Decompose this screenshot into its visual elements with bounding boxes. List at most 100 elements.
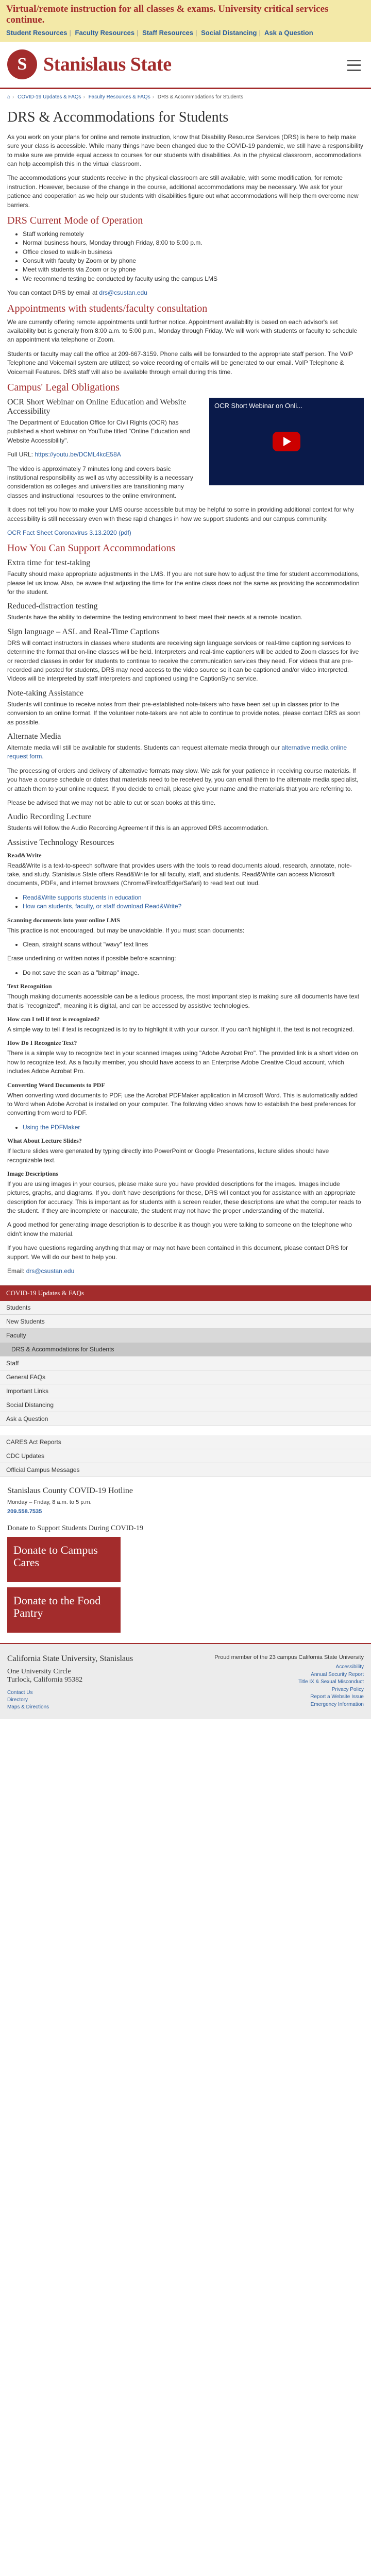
footer-link-accessibility[interactable]: Accessibility [336,1664,364,1670]
breadcrumb: ⌂ › COVID-19 Updates & FAQs › Faculty Reso… [7,94,244,100]
nav-item-faculty[interactable]: Faculty [0,1329,371,1343]
university-logo-mark[interactable]: S [7,49,37,80]
tell-recognized-paragraph: A simple way to tell if text is recogniz… [7,1026,355,1033]
legal-paragraph-3: It does not tell you how to make your LM… [7,506,355,522]
closing-email-link[interactable]: drs@csustan.edu [26,1267,75,1275]
intro-paragraph-2: The accommodations your students receive… [7,174,359,209]
footer-link-title-ix[interactable]: Title IX & Sexual Misconduct [298,1679,364,1685]
lecture-slides-heading: What About Lecture Slides? [7,1137,82,1145]
section-nav-group-2: CARES Act Reports CDC Updates Official C… [0,1435,371,1478]
alert-link-staff-resources[interactable]: Staff Resources [142,29,193,37]
alternate-media-paragraph-1: Alternate media will still be available … [7,743,347,760]
list-item: Clean, straight scans without "wavy" tex… [23,940,364,949]
support-heading: How You Can Support Accommodations [7,543,176,554]
footer-link-maps[interactable]: Maps & Directions [7,1704,49,1710]
footer-address-1: One University Circle [7,1668,71,1676]
extra-time-paragraph: Faculty should make appropriate adjustme… [7,570,360,596]
alert-links: Student Resources | Faculty Resources | St… [6,28,313,37]
footer-csu-member: Proud member of the 23 campus California… [214,1654,364,1661]
nav-item-staff[interactable]: Staff [0,1357,371,1371]
read-write-download-link[interactable]: How can students, faculty, or staff down… [23,903,181,910]
university-logo-text[interactable]: Stanislaus State [43,53,172,76]
mode-contact: You can contact DRS by email at drs@csus… [7,289,147,297]
nav-item-drs-accommodations[interactable]: DRS & Accommodations for Students [0,1343,371,1357]
tell-recognized-heading: How can I tell if text is recognized? [7,1015,100,1023]
closing-email: Email: drs@csustan.edu [7,1267,75,1275]
ocr-fact-sheet-link[interactable]: OCR Fact Sheet Coronavirus 3.13.2020 (pd… [7,529,131,536]
image-descriptions-paragraph-1: If you are using images in your courses,… [7,1180,361,1215]
donate-title: Donate to Support Students During COVID-… [7,1524,144,1533]
list-item: We recommend testing be conducted by fac… [23,275,364,283]
alternate-media-paragraph-2: The processing of orders and delivery of… [7,767,359,792]
sign-language-heading: Sign language – ASL and Real-Time Captio… [7,627,160,636]
alternate-media-paragraph-3: Please be advised that we may not be abl… [7,799,216,806]
closing-paragraph: If you have questions regarding anything… [7,1244,348,1261]
read-write-support-link[interactable]: Read&Write supports students in educatio… [23,894,142,901]
image-descriptions-paragraph-2: A good method for generating image descr… [7,1221,352,1238]
scanning-heading: Scanning documents into your online LMS [7,916,120,924]
drs-email-link[interactable]: drs@csustan.edu [99,289,147,296]
nav-item-ask-question[interactable]: Ask a Question [0,1412,371,1427]
nav-item-official-messages[interactable]: Official Campus Messages [0,1463,371,1478]
footer-link-website-issue[interactable]: Report a Website Issue [310,1694,364,1700]
reduced-distraction-heading: Reduced-distraction testing [7,602,98,611]
sign-language-paragraph: DRS will contact instructors in classes … [7,639,359,683]
footer-link-security-report[interactable]: Annual Security Report [311,1672,364,1677]
alert-title: Virtual/remote instruction for all class… [6,4,329,25]
breadcrumb-current: DRS & Accommodations for Students [157,94,244,100]
footer-link-privacy[interactable]: Privacy Policy [332,1687,364,1692]
hotline-phone-link[interactable]: 209.558.7535 [7,1509,42,1515]
alternate-media-heading: Alternate Media [7,732,61,741]
footer-school-name: California State University, Stanislaus [7,1654,133,1664]
nav-item-important-links[interactable]: Important Links [0,1384,371,1399]
how-recognize-paragraph: There is a simple way to recognize text … [7,1049,358,1075]
read-write-paragraph: Read&Write is a text-to-speech software … [7,861,352,887]
breadcrumb-covid[interactable]: COVID-19 Updates & FAQs [18,94,81,100]
scanning-paragraph-2: Erase underlining or written notes if po… [7,955,176,962]
covid-alert-banner: Virtual/remote instruction for all class… [0,0,371,42]
alert-link-social-distancing[interactable]: Social Distancing [201,29,257,37]
list-item: Do not save the scan as a "bitmap" image… [23,969,364,977]
lecture-slides-paragraph: If lecture slides were generated by typi… [7,1147,329,1164]
alert-link-faculty-resources[interactable]: Faculty Resources [75,29,135,37]
section-nav-head[interactable]: COVID-19 Updates & FAQs [0,1285,371,1301]
hotline-hours: Monday – Friday, 8 a.m. to 5 p.m. [7,1499,92,1506]
play-icon[interactable] [273,431,300,451]
breadcrumb-faculty[interactable]: Faculty Resources & FAQs [89,94,150,100]
menu-icon[interactable] [344,57,364,74]
youtube-video-embed[interactable]: OCR Short Webinar on Onli... [209,397,364,485]
read-write-links: Read&Write supports students in educatio… [7,893,364,911]
nav-item-new-students[interactable]: New Students [0,1315,371,1329]
nav-item-social-distancing[interactable]: Social Distancing [0,1398,371,1413]
nav-item-general-faqs[interactable]: General FAQs [0,1370,371,1385]
webinar-url-link[interactable]: https://youtu.be/DCML4kcE58A [35,451,121,458]
convert-pdf-heading: Converting Word Documents to PDF [7,1081,105,1089]
mode-list: Staff working remotely Normal business h… [7,230,364,283]
alert-link-ask-question[interactable]: Ask a Question [264,29,313,37]
mode-heading: DRS Current Mode of Operation [7,214,143,226]
footer-address-2: Turlock, California 95382 [7,1676,83,1684]
nav-item-students[interactable]: Students [0,1301,371,1315]
footer-link-directory[interactable]: Directory [7,1697,28,1703]
note-taking-heading: Note-taking Assistance [7,688,83,698]
how-recognize-heading: How Do I Recognize Text? [7,1039,77,1047]
hotline-title: Stanislaus County COVID-19 Hotline [7,1486,133,1496]
page-title: DRS & Accommodations for Students [7,109,229,125]
text-recognition-paragraph: Though making documents accessible can b… [7,993,360,1009]
assistive-tech-heading: Assistive Technology Resources [7,838,114,847]
main-content: DRS & Accommodations for Students As you… [0,109,371,1276]
donate-food-pantry-button[interactable]: Donate to the Food Pantry [7,1587,121,1633]
audio-recording-heading: Audio Recording Lecture [7,812,92,822]
nav-item-cdc-updates[interactable]: CDC Updates [0,1449,371,1464]
nav-item-cares-act[interactable]: CARES Act Reports [0,1435,371,1450]
footer-link-emergency[interactable]: Emergency Information [311,1702,364,1707]
section-nav: COVID-19 Updates & FAQs Students New Stu… [0,1285,371,1478]
extra-time-heading: Extra time for test-taking [7,558,91,568]
text-recognition-heading: Text Recognition [7,982,52,990]
donate-campus-cares-button[interactable]: Donate to Campus Cares [7,1537,121,1583]
footer-link-contact[interactable]: Contact Us [7,1690,32,1696]
list-item: Office closed to walk-in business [23,248,364,257]
pdfmaker-link[interactable]: Using the PDFMaker [23,1124,80,1131]
read-write-heading: Read&Write [7,851,42,859]
alert-link-student-resources[interactable]: Student Resources [6,29,67,37]
